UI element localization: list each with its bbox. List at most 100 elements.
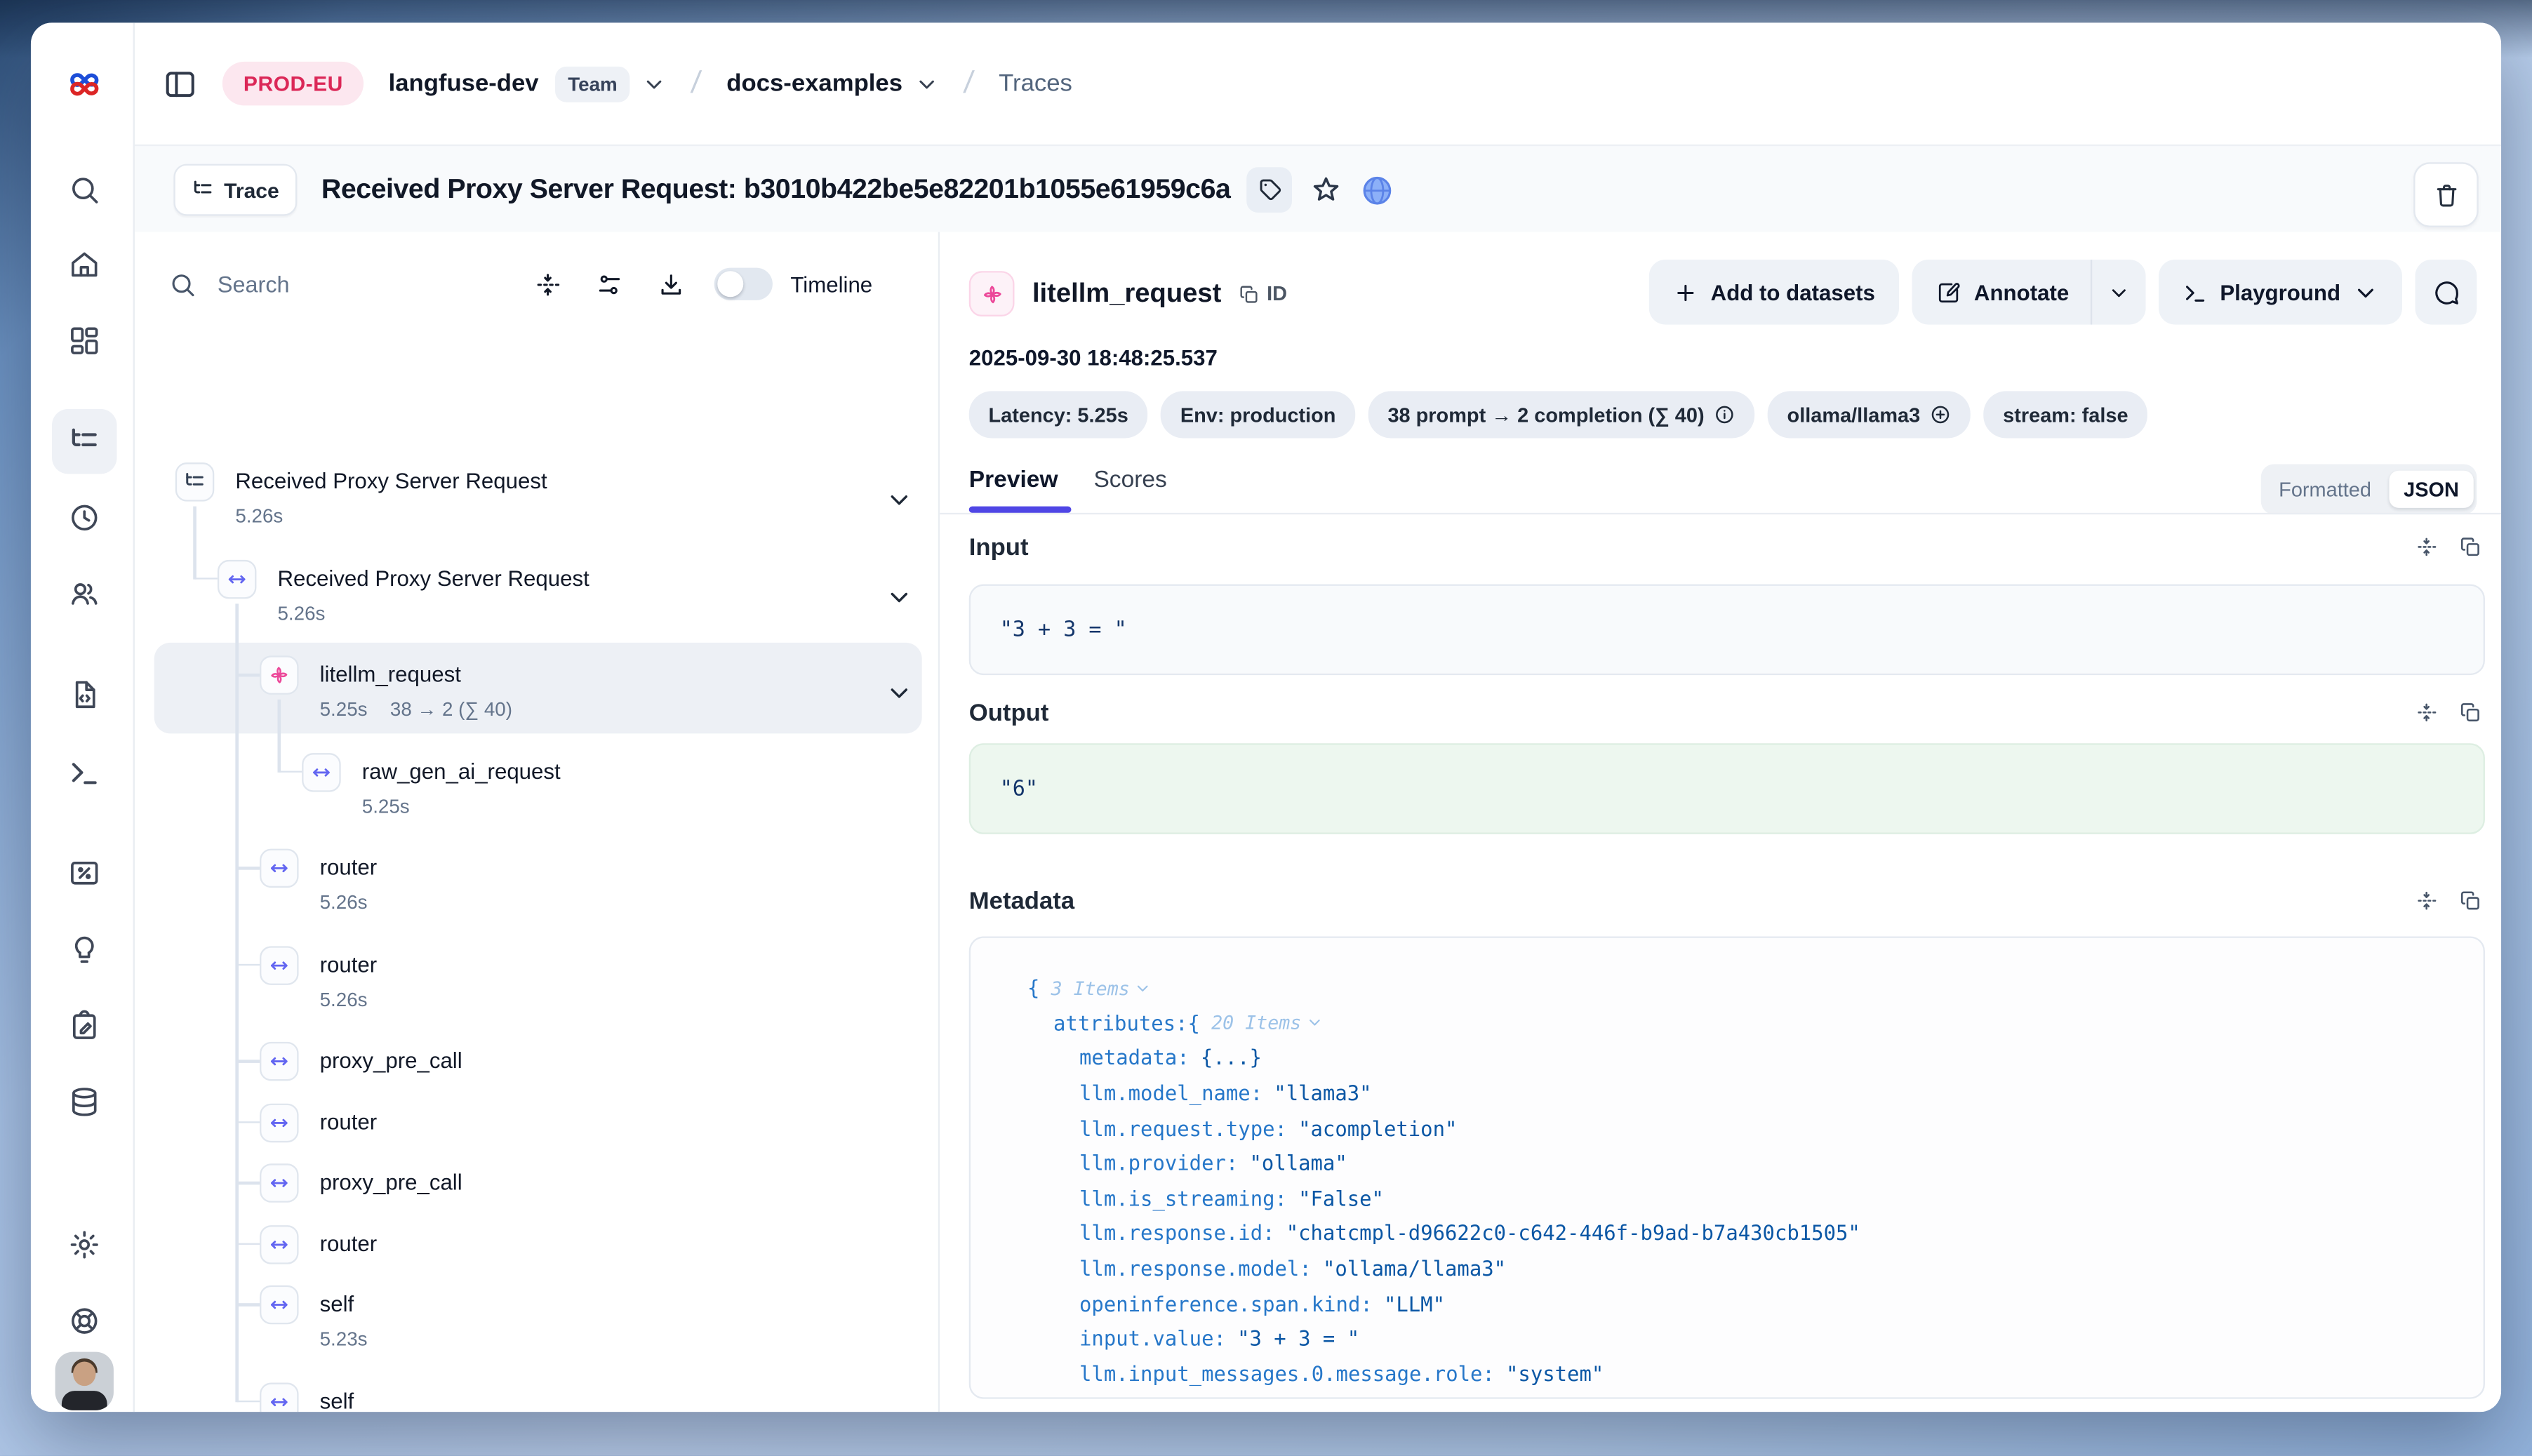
json-line: openinference.span.kind: "LLM": [971, 1286, 2484, 1321]
formatted-toggle-button[interactable]: Formatted: [2264, 471, 2385, 508]
support-lifebuoy-icon[interactable]: [52, 1288, 117, 1354]
search-icon: [169, 270, 196, 298]
tree-row-duration: 5.26s: [277, 601, 325, 624]
public-globe-icon[interactable]: [1360, 173, 1394, 207]
tree-row-duration: 5.26s: [320, 987, 368, 1010]
dashboard-icon[interactable]: [52, 308, 117, 373]
comments-button[interactable]: [2415, 260, 2477, 325]
sessions-clock-icon[interactable]: [52, 486, 117, 551]
playground-terminal-icon[interactable]: [52, 740, 117, 806]
tree-connector-line: [236, 603, 238, 1401]
attribute-badge[interactable]: 38 prompt → 2 completion (∑ 40): [1368, 391, 1755, 438]
tree-connector-line: [237, 1243, 260, 1245]
settings-gear-icon[interactable]: [52, 1213, 117, 1278]
json-toggle-button[interactable]: JSON: [2389, 471, 2473, 508]
tab-scores[interactable]: Scores: [1093, 456, 1166, 505]
copy-icon[interactable]: [2459, 889, 2481, 911]
delete-trace-button[interactable]: [2413, 162, 2479, 227]
annotate-button[interactable]: Annotate: [1912, 260, 2092, 325]
org-type-badge: Team: [555, 66, 630, 102]
tree-row-label[interactable]: Received Proxy Server Request: [235, 469, 547, 493]
org-name[interactable]: langfuse-dev: [389, 69, 539, 97]
json-line: {3 Items: [971, 970, 2484, 1006]
tree-row-duration: 5.25s38 → 2 (∑ 40): [320, 698, 512, 721]
tree-row-label[interactable]: router: [320, 951, 378, 976]
timeline-toggle[interactable]: [714, 268, 773, 300]
generation-icon: [969, 271, 1015, 316]
expand-section-icon[interactable]: [2415, 889, 2437, 911]
home-icon[interactable]: [52, 232, 117, 298]
tree-row-token-usage: 38 → 2 (∑ 40): [390, 698, 512, 721]
chevron-down-icon[interactable]: [886, 680, 912, 706]
json-line: metadata: {...}: [971, 1041, 2484, 1076]
insights-lightbulb-icon[interactable]: [52, 917, 117, 982]
environment-badge[interactable]: PROD-EU: [222, 62, 364, 105]
sidebar-toggle-icon[interactable]: [162, 66, 198, 102]
info-icon[interactable]: [1714, 404, 1735, 425]
json-line: llm.response.id: "chatcmpl-d96622c0-c642…: [971, 1216, 2484, 1251]
tracing-icon[interactable]: [52, 409, 117, 474]
tab-preview[interactable]: Preview: [969, 456, 1058, 505]
tree-row-duration: 5.26s: [235, 505, 283, 527]
output-section-title: Output: [969, 699, 2416, 726]
breadcrumb-section[interactable]: Traces: [999, 69, 1072, 97]
bookmark-star-icon[interactable]: [1310, 173, 1342, 206]
generation-type-icon: [260, 655, 299, 695]
expand-section-icon[interactable]: [2415, 535, 2437, 558]
users-icon[interactable]: [52, 561, 117, 627]
tree-row-label[interactable]: proxy_pre_call: [320, 1170, 462, 1195]
tree-row-label[interactable]: Received Proxy Server Request: [277, 566, 589, 590]
download-icon[interactable]: [646, 260, 695, 308]
span-type-icon: [260, 945, 299, 984]
tags-button[interactable]: [1247, 167, 1293, 213]
annotation-clipboard-icon[interactable]: [52, 993, 117, 1058]
trace-title: Received Proxy Server Request: b3010b422…: [321, 173, 1231, 206]
tree-toolbar: Timeline: [133, 232, 938, 336]
tree-row-label[interactable]: proxy_pre_call: [320, 1048, 462, 1073]
tree-connector-line: [195, 577, 218, 580]
prompts-file-icon[interactable]: [52, 662, 117, 728]
plus-circle-icon[interactable]: [1930, 404, 1951, 425]
search-input-wrap: [169, 269, 399, 299]
tree-row-label[interactable]: router: [320, 855, 378, 880]
copy-id-button[interactable]: ID: [1239, 282, 1287, 305]
evaluators-icon[interactable]: [52, 841, 117, 906]
playground-button[interactable]: Playground: [2158, 260, 2402, 325]
collapse-all-icon[interactable]: [523, 260, 571, 308]
json-line: input.value: "3 + 3 = ": [971, 1321, 2484, 1356]
chevron-down-icon[interactable]: [886, 487, 912, 513]
tree-row-label[interactable]: self: [320, 1292, 354, 1316]
copy-icon[interactable]: [2459, 535, 2481, 558]
tree-row-label[interactable]: self: [320, 1389, 354, 1412]
datasets-database-icon[interactable]: [52, 1069, 117, 1135]
annotate-dropdown-button[interactable]: [2092, 260, 2145, 325]
tree-row-label[interactable]: router: [320, 1109, 378, 1134]
attribute-badge: Env: production: [1161, 391, 1355, 438]
attribute-badge[interactable]: ollama/llama3: [1768, 391, 1971, 438]
search-nav-icon[interactable]: [52, 157, 117, 222]
active-tab-indicator: [969, 507, 1072, 513]
view-options-icon[interactable]: [585, 260, 633, 308]
tree-row-label[interactable]: raw_gen_ai_request: [362, 759, 561, 783]
app-window: PROD-EU langfuse-dev Team / docs-example…: [31, 22, 2501, 1412]
collapse-chevron-icon[interactable]: [1135, 980, 1151, 996]
user-avatar[interactable]: [55, 1352, 114, 1410]
add-to-datasets-button[interactable]: Add to datasets: [1649, 260, 1900, 325]
tree-row-label[interactable]: litellm_request: [320, 662, 461, 687]
project-name[interactable]: docs-examples: [726, 69, 902, 97]
metadata-section-title: Metadata: [969, 887, 2416, 914]
input-section-title: Input: [969, 533, 2416, 561]
tree-row-label[interactable]: router: [320, 1231, 378, 1255]
org-switcher-chevron-icon[interactable]: [644, 72, 666, 95]
attribute-badges: Latency: 5.25sEnv: production38 prompt →…: [969, 391, 2148, 438]
attribute-badge: stream: false: [1983, 391, 2147, 438]
expand-section-icon[interactable]: [2415, 701, 2437, 723]
search-input[interactable]: [214, 269, 399, 299]
trace-tree-panel: Timeline Received Proxy Server Request 5.…: [133, 232, 938, 1412]
tree-connector-line: [237, 1304, 260, 1306]
collapse-chevron-icon[interactable]: [1306, 1015, 1322, 1031]
project-switcher-chevron-icon[interactable]: [916, 72, 938, 95]
org-logo-icon[interactable]: [65, 65, 105, 105]
copy-icon[interactable]: [2459, 701, 2481, 723]
chevron-down-icon[interactable]: [886, 583, 912, 609]
